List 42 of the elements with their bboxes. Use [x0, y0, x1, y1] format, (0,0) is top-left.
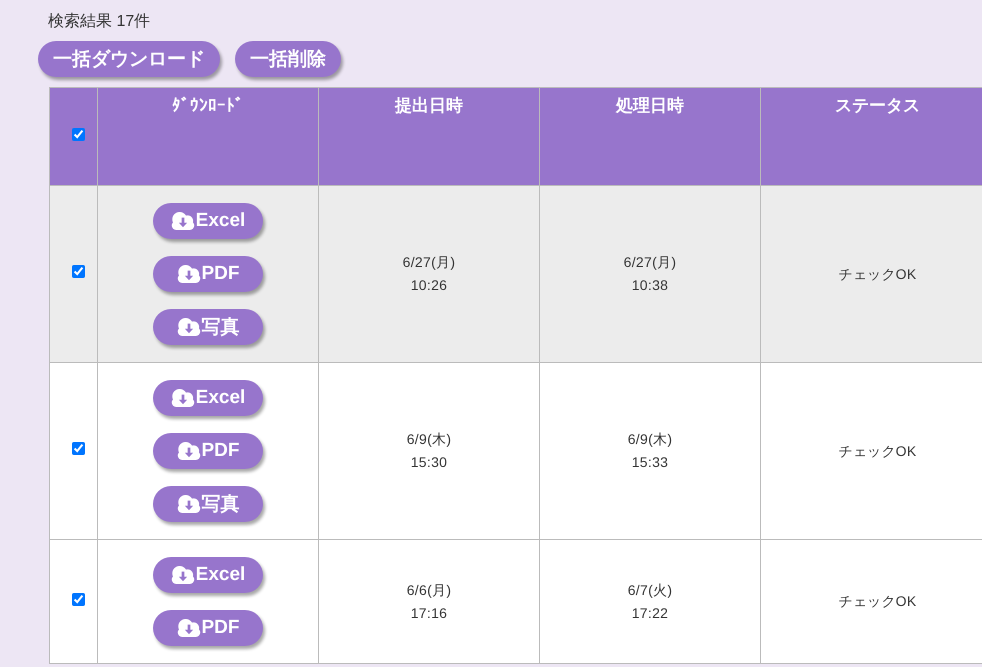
cloud-download-icon — [176, 619, 200, 637]
select-all-checkbox[interactable] — [72, 128, 84, 140]
date-text: 6/7(火) — [628, 580, 672, 600]
date-text: 6/27(月) — [624, 253, 676, 272]
cloud-download-icon — [170, 389, 195, 407]
column-header: 処理日時 — [616, 96, 684, 115]
time-text: 17:16 — [410, 604, 448, 622]
download-button[interactable]: 写真 — [153, 309, 263, 345]
cloud-download-icon — [176, 442, 200, 460]
status-text: チェックOK — [838, 264, 917, 284]
date-text: 6/27(月) — [402, 253, 456, 272]
date-text: 6/6(月) — [406, 580, 452, 600]
download-button[interactable]: 写真 — [153, 486, 263, 522]
column-header: ﾀﾞｳﾝﾛｰﾄﾞ — [172, 96, 244, 115]
time-text: 10:26 — [410, 276, 448, 295]
time-text: 17:22 — [632, 604, 668, 622]
result-count-text: 検索結果 17件 — [48, 12, 150, 32]
column-header: 提出日時 — [395, 96, 463, 115]
status-text: チェックOK — [838, 442, 917, 460]
time-text: 10:38 — [632, 276, 668, 295]
cloud-download-icon — [176, 265, 200, 283]
time-text: 15:30 — [410, 453, 448, 472]
cloud-download-icon — [176, 495, 200, 513]
status-text: チェックOK — [838, 592, 917, 611]
download-button[interactable]: Excel — [153, 557, 263, 593]
download-button[interactable]: PDF — [153, 610, 263, 646]
time-text: 15:33 — [632, 453, 668, 472]
download-button[interactable]: Excel — [153, 203, 263, 239]
bulk-download-button[interactable]: 一括ダウンロード — [38, 41, 220, 77]
cloud-download-icon — [170, 566, 195, 584]
download-button[interactable]: PDF — [153, 256, 263, 292]
row-checkbox[interactable] — [72, 592, 84, 606]
date-text: 6/9(木) — [628, 430, 672, 449]
cloud-download-icon — [170, 212, 195, 230]
row-checkbox[interactable] — [72, 442, 84, 455]
cloud-download-icon — [176, 318, 200, 336]
download-button[interactable]: PDF — [153, 433, 263, 469]
column-header: ステータス — [835, 96, 920, 115]
row-checkbox[interactable] — [72, 265, 84, 278]
download-button[interactable]: Excel — [153, 380, 263, 416]
date-text: 6/9(木) — [406, 430, 452, 449]
bulk-delete-button[interactable]: 一括削除 — [235, 41, 341, 77]
